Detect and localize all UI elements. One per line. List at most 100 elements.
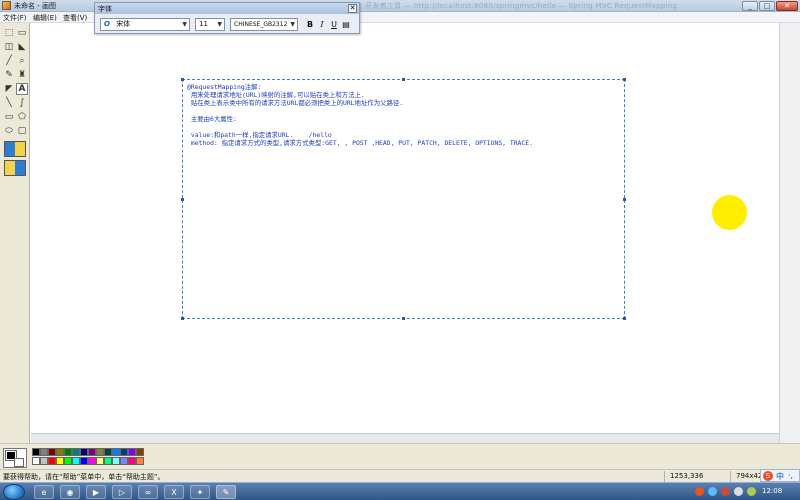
close-button[interactable]: ✕ [776,1,798,11]
font-name-select[interactable]: O 宋体 ▼ [100,18,190,31]
ime-mode[interactable]: 中 [776,471,784,482]
color-swatch[interactable] [32,457,40,465]
ie-icon[interactable]: e [34,485,54,499]
visual-studio-icon[interactable]: ∞ [138,485,158,499]
pencil-icon[interactable]: ✎ [3,69,15,81]
color-swatch[interactable] [64,448,72,456]
italic-button[interactable]: I [317,19,327,30]
curve-icon[interactable]: ∫ [16,97,28,109]
color-swatch[interactable] [104,448,112,456]
color-swatch[interactable] [136,448,144,456]
airbrush-icon[interactable]: ◤ [3,83,15,95]
background-color[interactable] [14,458,24,467]
rounded-rect-icon[interactable]: ▢ [16,125,28,137]
color-swatch[interactable] [96,457,104,465]
color-swatch[interactable] [128,457,136,465]
clock[interactable]: 12:08 [762,487,782,495]
minimize-button[interactable]: _ [742,1,758,11]
vertical-scrollbar[interactable] [779,23,800,443]
picker-icon[interactable]: ╱ [3,55,15,67]
menu-view[interactable]: 查看(V) [63,13,87,23]
color-swatch[interactable] [120,457,128,465]
font-toolbar-close-button[interactable]: ✕ [348,4,357,13]
maximize-button[interactable]: □ [759,1,775,11]
font-toolbar-titlebar[interactable]: 字体 ✕ [95,3,359,14]
resize-handle[interactable] [181,317,184,320]
rect-select-icon[interactable]: ▭ [16,27,28,39]
sogou-tray-icon[interactable] [695,487,704,496]
magnifier-icon[interactable]: ⌕ [16,55,28,67]
color-swatch[interactable] [72,457,80,465]
status-separator [730,471,731,482]
cursor-highlight [712,195,747,230]
color-swatch[interactable] [128,448,136,456]
horizontal-scrollbar[interactable] [31,433,779,443]
color-swatch[interactable] [80,448,88,456]
tool-icon[interactable]: ✦ [190,485,210,499]
eraser-icon[interactable]: ◫ [3,41,15,53]
color-swatch[interactable] [88,457,96,465]
color-swatch[interactable] [56,457,64,465]
font-toolbar-title: 字体 [98,5,112,13]
color-swatch[interactable] [88,448,96,456]
color-swatch[interactable] [80,457,88,465]
battery-icon[interactable] [747,487,756,496]
help-text: 要获得帮助，请在“帮助”菜单中，单击“帮助主题”。 [3,473,165,481]
font-type-icon: O [104,20,110,28]
color-swatch[interactable] [48,457,56,465]
ime-punctuation[interactable]: ·, [788,471,793,480]
fill-icon[interactable]: ◣ [16,41,28,53]
transparent-mode-icon[interactable] [4,160,26,176]
color-swatch[interactable] [40,457,48,465]
sogou-icon[interactable]: S [763,471,773,481]
color-swatch[interactable] [56,448,64,456]
security-icon[interactable] [721,487,730,496]
ime-bar[interactable]: S 中 ·, [760,469,800,482]
font-script-select[interactable]: CHINESE_GB2312 ▼ [230,18,298,31]
color-swatch[interactable] [32,448,40,456]
start-button[interactable] [3,484,25,500]
network-icon[interactable] [708,487,717,496]
color-swatch[interactable] [64,457,72,465]
free-select-icon[interactable]: ⬚ [3,27,15,39]
media-icon[interactable]: ▶ [86,485,106,499]
volume-icon[interactable] [734,487,743,496]
resize-handle[interactable] [402,317,405,320]
opaque-mode-icon[interactable] [4,141,26,157]
resize-handle[interactable] [623,198,626,201]
chevron-down-icon: ▼ [290,21,295,28]
color-swatch[interactable] [112,448,120,456]
paint-task-icon[interactable]: ✎ [216,485,236,499]
polygon-icon[interactable]: ⬠ [16,111,28,123]
bold-button[interactable]: B [305,19,315,30]
status-bar: 要获得帮助，请在“帮助”菜单中，单击“帮助主题”。 1253,336 794x4… [0,469,800,482]
color-swatch[interactable] [104,457,112,465]
color-swatch[interactable] [72,448,80,456]
menu-edit[interactable]: 编辑(E) [33,13,57,23]
resize-handle[interactable] [181,198,184,201]
chrome-icon[interactable]: ◉ [60,485,80,499]
resize-handle[interactable] [181,78,184,81]
vertical-text-button[interactable]: ▤ [341,19,351,30]
menu-file[interactable]: 文件(F) [3,13,27,23]
text-box[interactable]: @RequestMapping注解: 用来处理请求地址(URL)映射的注解,可以… [181,78,626,320]
underline-button[interactable]: U [329,19,339,30]
color-swatch[interactable] [136,457,144,465]
color-swatch[interactable] [48,448,56,456]
color-swatch[interactable] [112,457,120,465]
text-line: 贴在类上表示类中所有的请求方法URL都必须把类上的URL地址作为父路径. [187,99,404,107]
resize-handle[interactable] [623,317,626,320]
line-icon[interactable]: ╲ [3,97,15,109]
color-swatch[interactable] [120,448,128,456]
ellipse-icon[interactable]: ⬭ [3,125,15,137]
color-swatch[interactable] [96,448,104,456]
resize-handle[interactable] [623,78,626,81]
media-player-icon[interactable]: ▷ [112,485,132,499]
rectangle-icon[interactable]: ▭ [3,111,15,123]
resize-handle[interactable] [402,78,405,81]
brush-icon[interactable]: ♜ [16,69,28,81]
font-size-select[interactable]: 11 ▼ [195,18,225,31]
color-swatch[interactable] [40,448,48,456]
text-icon[interactable]: A [16,83,28,95]
excel-icon[interactable]: X [164,485,184,499]
